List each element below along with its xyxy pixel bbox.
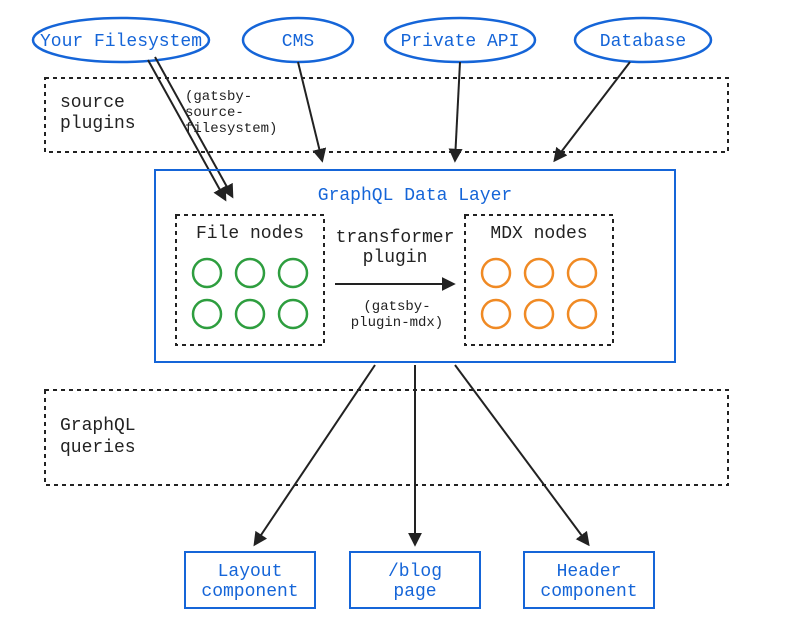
component-header: Header component [524,552,654,608]
mdx-nodes-icons [482,259,596,328]
source-private-api: Private API [385,18,535,62]
source-database-label: Database [600,32,686,52]
component-blog: /blog page [350,552,480,608]
queries-box: GraphQL queries [45,390,728,485]
file-nodes-box: File nodes [176,215,324,345]
source-database: Database [575,18,711,62]
transformer-example-2: plugin-mdx) [351,315,443,331]
mdx-nodes-box: MDX nodes [465,215,613,345]
arrow-to-layout [255,365,375,544]
component-header-label-1: Header [557,562,622,582]
arrow-cms [298,62,322,160]
source-private-api-label: Private API [401,32,520,52]
source-plugins-label-1: source [60,93,125,113]
component-layout-label-1: Layout [218,562,283,582]
file-nodes-icons [193,259,307,328]
component-layout-label-2: component [201,582,298,602]
component-blog-label-1: /blog [388,562,442,582]
component-layout: Layout component [185,552,315,608]
source-plugins-example-1: (gatsby- [185,89,252,105]
arrow-database [555,62,630,160]
arrow-to-header [455,365,588,544]
transformer-section: transformer plugin (gatsby- plugin-mdx) [335,228,454,331]
source-plugins-example-2: source- [185,105,244,121]
source-filesystem-label: Your Filesystem [40,32,202,52]
source-plugins-box: source plugins (gatsby- source- filesyst… [45,78,728,152]
transformer-label-1: transformer [336,228,455,248]
source-cms-label: CMS [282,32,314,52]
source-filesystem: Your Filesystem [33,18,209,62]
source-cms: CMS [243,18,353,62]
transformer-label-2: plugin [363,248,428,268]
source-plugins-label-2: plugins [60,114,136,134]
mdx-nodes-label: MDX nodes [490,224,587,244]
component-header-label-2: component [540,582,637,602]
transformer-example-1: (gatsby- [363,299,430,315]
file-nodes-label: File nodes [196,224,304,244]
data-layer-title: GraphQL Data Layer [318,186,512,206]
diagram-canvas: Your Filesystem CMS Private API Database… [0,0,786,637]
data-layer-box: GraphQL Data Layer File nodes transforme… [155,170,675,362]
arrow-private-api [455,62,460,160]
component-blog-label-2: page [393,582,436,602]
queries-label-2: queries [60,438,136,458]
queries-label-1: GraphQL [60,416,136,436]
